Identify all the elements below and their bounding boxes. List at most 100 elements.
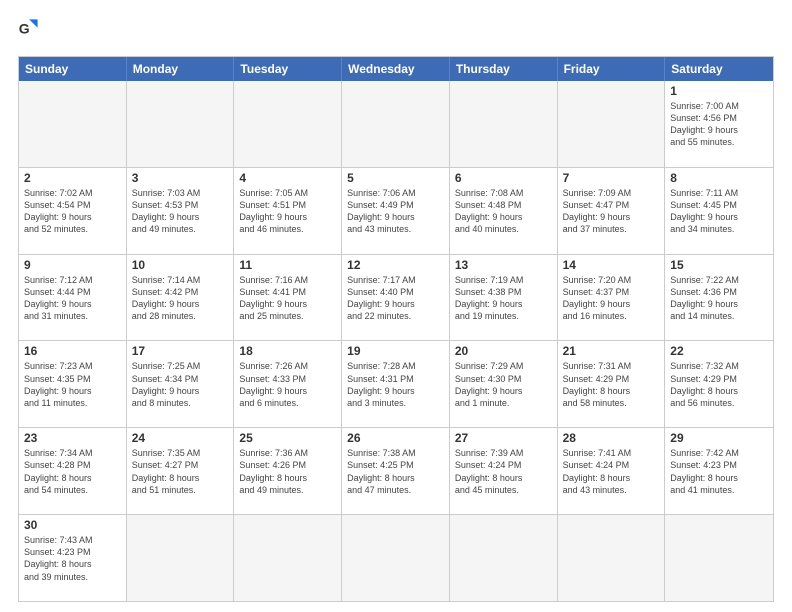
svg-text:G: G (19, 20, 30, 36)
day-number: 18 (239, 344, 336, 358)
weekday-header: Thursday (450, 57, 558, 81)
day-info: Sunrise: 7:41 AM Sunset: 4:24 PM Dayligh… (563, 447, 660, 496)
day-number: 11 (239, 258, 336, 272)
calendar-cell: 16 Sunrise: 7:23 AM Sunset: 4:35 PM Dayli… (19, 341, 127, 427)
weekday-header: Friday (558, 57, 666, 81)
calendar-cell: 7 Sunrise: 7:09 AM Sunset: 4:47 PM Daylig… (558, 168, 666, 254)
day-info: Sunrise: 7:14 AM Sunset: 4:42 PM Dayligh… (132, 274, 229, 323)
day-info: Sunrise: 7:26 AM Sunset: 4:33 PM Dayligh… (239, 360, 336, 409)
day-info: Sunrise: 7:39 AM Sunset: 4:24 PM Dayligh… (455, 447, 552, 496)
calendar-row: 9 Sunrise: 7:12 AM Sunset: 4:44 PM Daylig… (19, 254, 773, 341)
calendar-cell (450, 81, 558, 167)
calendar-cell: 8Sunrise: 7:11 AM Sunset: 4:45 PM Daylig… (665, 168, 773, 254)
header: G (18, 18, 774, 46)
day-number: 9 (24, 258, 121, 272)
day-number: 19 (347, 344, 444, 358)
day-number: 25 (239, 431, 336, 445)
calendar-cell: 18 Sunrise: 7:26 AM Sunset: 4:33 PM Dayli… (234, 341, 342, 427)
day-number: 30 (24, 518, 121, 532)
day-number: 16 (24, 344, 121, 358)
logo: G (18, 18, 50, 46)
day-info: Sunrise: 7:23 AM Sunset: 4:35 PM Dayligh… (24, 360, 121, 409)
day-info: Sunrise: 7:29 AM Sunset: 4:30 PM Dayligh… (455, 360, 552, 409)
day-info: Sunrise: 7:20 AM Sunset: 4:37 PM Dayligh… (563, 274, 660, 323)
day-info: Sunrise: 7:08 AM Sunset: 4:48 PM Dayligh… (455, 187, 552, 236)
day-number: 29 (670, 431, 768, 445)
day-info: Sunrise: 7:43 AM Sunset: 4:23 PM Dayligh… (24, 534, 121, 583)
calendar-cell: 10 Sunrise: 7:14 AM Sunset: 4:42 PM Dayli… (127, 255, 235, 341)
calendar-cell: 15 Sunrise: 7:22 AM Sunset: 4:36 PM Dayli… (665, 255, 773, 341)
calendar-cell: 3 Sunrise: 7:03 AM Sunset: 4:53 PM Daylig… (127, 168, 235, 254)
day-info: Sunrise: 7:34 AM Sunset: 4:28 PM Dayligh… (24, 447, 121, 496)
day-number: 10 (132, 258, 229, 272)
day-number: 13 (455, 258, 552, 272)
day-number: 2 (24, 171, 121, 185)
day-number: 24 (132, 431, 229, 445)
calendar-cell: 23 Sunrise: 7:34 AM Sunset: 4:28 PM Dayli… (19, 428, 127, 514)
day-number: 20 (455, 344, 552, 358)
day-number: 15 (670, 258, 768, 272)
calendar-cell (342, 81, 450, 167)
day-number: 7 (563, 171, 660, 185)
day-info: Sunrise: 7:05 AM Sunset: 4:51 PM Dayligh… (239, 187, 336, 236)
calendar-cell: 21 Sunrise: 7:31 AM Sunset: 4:29 PM Dayli… (558, 341, 666, 427)
day-info: Sunrise: 7:28 AM Sunset: 4:31 PM Dayligh… (347, 360, 444, 409)
calendar-cell: 19 Sunrise: 7:28 AM Sunset: 4:31 PM Dayli… (342, 341, 450, 427)
calendar-cell (127, 515, 235, 601)
day-info: Sunrise: 7:31 AM Sunset: 4:29 PM Dayligh… (563, 360, 660, 409)
calendar-cell: 4 Sunrise: 7:05 AM Sunset: 4:51 PM Daylig… (234, 168, 342, 254)
calendar-cell (234, 81, 342, 167)
day-number: 14 (563, 258, 660, 272)
day-info: Sunrise: 7:00 AM Sunset: 4:56 PM Dayligh… (670, 100, 768, 149)
logo-icon: G (18, 18, 46, 46)
day-number: 21 (563, 344, 660, 358)
weekday-header: Monday (127, 57, 235, 81)
calendar-cell (127, 81, 235, 167)
calendar-cell: 27 Sunrise: 7:39 AM Sunset: 4:24 PM Dayli… (450, 428, 558, 514)
day-number: 23 (24, 431, 121, 445)
day-info: Sunrise: 7:25 AM Sunset: 4:34 PM Dayligh… (132, 360, 229, 409)
day-number: 4 (239, 171, 336, 185)
calendar-cell: 11 Sunrise: 7:16 AM Sunset: 4:41 PM Dayli… (234, 255, 342, 341)
day-info: Sunrise: 7:38 AM Sunset: 4:25 PM Dayligh… (347, 447, 444, 496)
calendar-cell: 1Sunrise: 7:00 AM Sunset: 4:56 PM Daylig… (665, 81, 773, 167)
calendar-body: 1Sunrise: 7:00 AM Sunset: 4:56 PM Daylig… (19, 81, 773, 601)
day-info: Sunrise: 7:35 AM Sunset: 4:27 PM Dayligh… (132, 447, 229, 496)
weekday-header: Tuesday (234, 57, 342, 81)
day-number: 12 (347, 258, 444, 272)
day-info: Sunrise: 7:02 AM Sunset: 4:54 PM Dayligh… (24, 187, 121, 236)
calendar-cell: 2 Sunrise: 7:02 AM Sunset: 4:54 PM Daylig… (19, 168, 127, 254)
day-info: Sunrise: 7:03 AM Sunset: 4:53 PM Dayligh… (132, 187, 229, 236)
calendar-header-row: SundayMondayTuesdayWednesdayThursdayFrid… (19, 57, 773, 81)
day-info: Sunrise: 7:17 AM Sunset: 4:40 PM Dayligh… (347, 274, 444, 323)
calendar-cell: 28 Sunrise: 7:41 AM Sunset: 4:24 PM Dayli… (558, 428, 666, 514)
day-number: 3 (132, 171, 229, 185)
calendar-cell: 25 Sunrise: 7:36 AM Sunset: 4:26 PM Dayli… (234, 428, 342, 514)
calendar-row: 16 Sunrise: 7:23 AM Sunset: 4:35 PM Dayli… (19, 340, 773, 427)
weekday-header: Wednesday (342, 57, 450, 81)
calendar-cell: 22Sunrise: 7:32 AM Sunset: 4:29 PM Dayli… (665, 341, 773, 427)
day-info: Sunrise: 7:16 AM Sunset: 4:41 PM Dayligh… (239, 274, 336, 323)
calendar-cell (450, 515, 558, 601)
calendar-cell (19, 81, 127, 167)
day-number: 27 (455, 431, 552, 445)
day-number: 6 (455, 171, 552, 185)
day-number: 26 (347, 431, 444, 445)
day-number: 28 (563, 431, 660, 445)
calendar-row: 23 Sunrise: 7:34 AM Sunset: 4:28 PM Dayli… (19, 427, 773, 514)
weekday-header: Sunday (19, 57, 127, 81)
calendar-cell: 26 Sunrise: 7:38 AM Sunset: 4:25 PM Dayli… (342, 428, 450, 514)
calendar-cell: 12 Sunrise: 7:17 AM Sunset: 4:40 PM Dayli… (342, 255, 450, 341)
calendar-cell: 5Sunrise: 7:06 AM Sunset: 4:49 PM Daylig… (342, 168, 450, 254)
day-info: Sunrise: 7:12 AM Sunset: 4:44 PM Dayligh… (24, 274, 121, 323)
calendar: SundayMondayTuesdayWednesdayThursdayFrid… (18, 56, 774, 602)
calendar-row: 30 Sunrise: 7:43 AM Sunset: 4:23 PM Dayli… (19, 514, 773, 601)
calendar-row: 2 Sunrise: 7:02 AM Sunset: 4:54 PM Daylig… (19, 167, 773, 254)
day-info: Sunrise: 7:09 AM Sunset: 4:47 PM Dayligh… (563, 187, 660, 236)
day-info: Sunrise: 7:36 AM Sunset: 4:26 PM Dayligh… (239, 447, 336, 496)
day-number: 22 (670, 344, 768, 358)
calendar-cell: 30 Sunrise: 7:43 AM Sunset: 4:23 PM Dayli… (19, 515, 127, 601)
day-number: 8 (670, 171, 768, 185)
day-info: Sunrise: 7:22 AM Sunset: 4:36 PM Dayligh… (670, 274, 768, 323)
calendar-cell: 29Sunrise: 7:42 AM Sunset: 4:23 PM Dayli… (665, 428, 773, 514)
